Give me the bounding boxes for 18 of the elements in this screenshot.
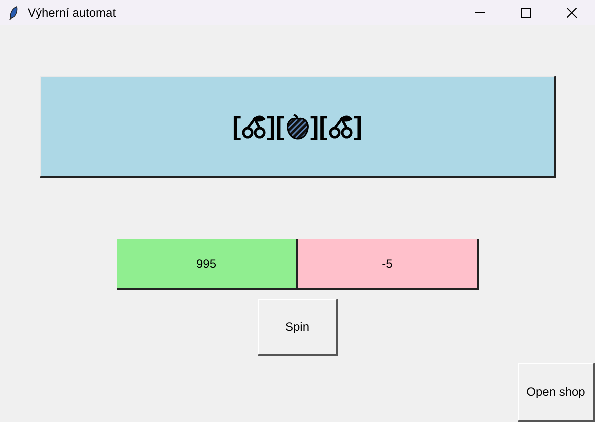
window-title: Výherní automat [28,4,116,22]
spin-button[interactable]: Spin [258,299,338,356]
bracket: [ [276,110,284,143]
bracket: ] [310,110,320,143]
bracket: [ [319,110,328,143]
bracket: ] [354,110,363,143]
cherries-icon [241,114,268,140]
bracket: [ [232,110,242,143]
minimize-icon [475,12,485,13]
cherries-icon [328,114,354,140]
open-shop-button[interactable]: Open shop [518,363,595,422]
change-counter: -5 [298,239,479,290]
peach-icon [284,114,310,140]
feather-icon [9,6,19,20]
maximize-icon [521,8,531,18]
balance-counter: 995 [117,239,298,290]
close-icon [567,8,577,18]
bracket: ] [267,110,276,143]
